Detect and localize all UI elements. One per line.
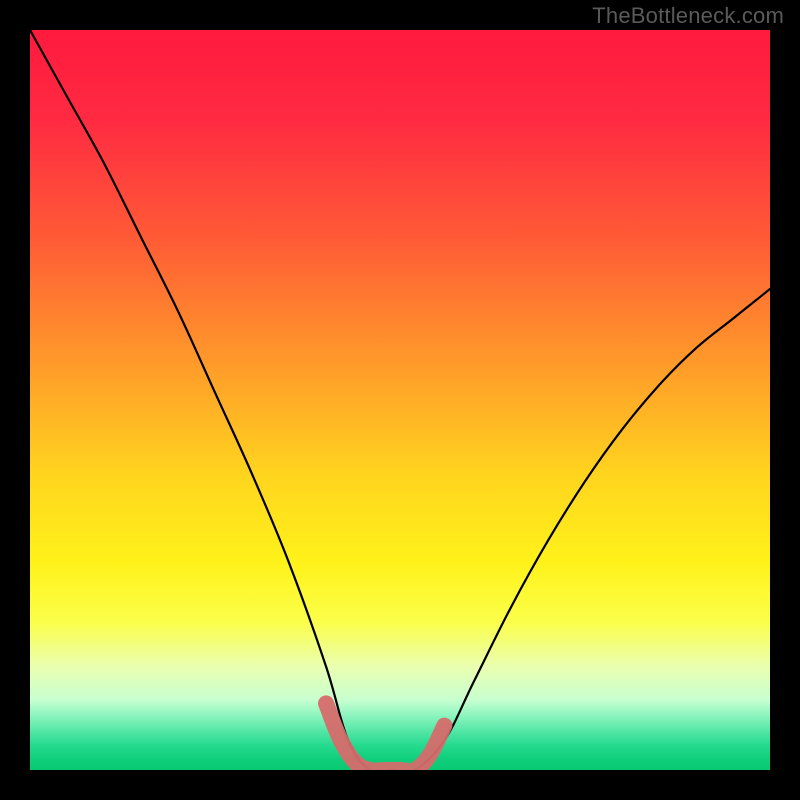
bottleneck-curve-svg [30,30,770,770]
optimal-range-highlight [326,703,444,770]
plot-area [30,30,770,770]
bottleneck-curve [30,30,770,770]
watermark-text: TheBottleneck.com [592,3,784,29]
chart-frame: TheBottleneck.com [0,0,800,800]
